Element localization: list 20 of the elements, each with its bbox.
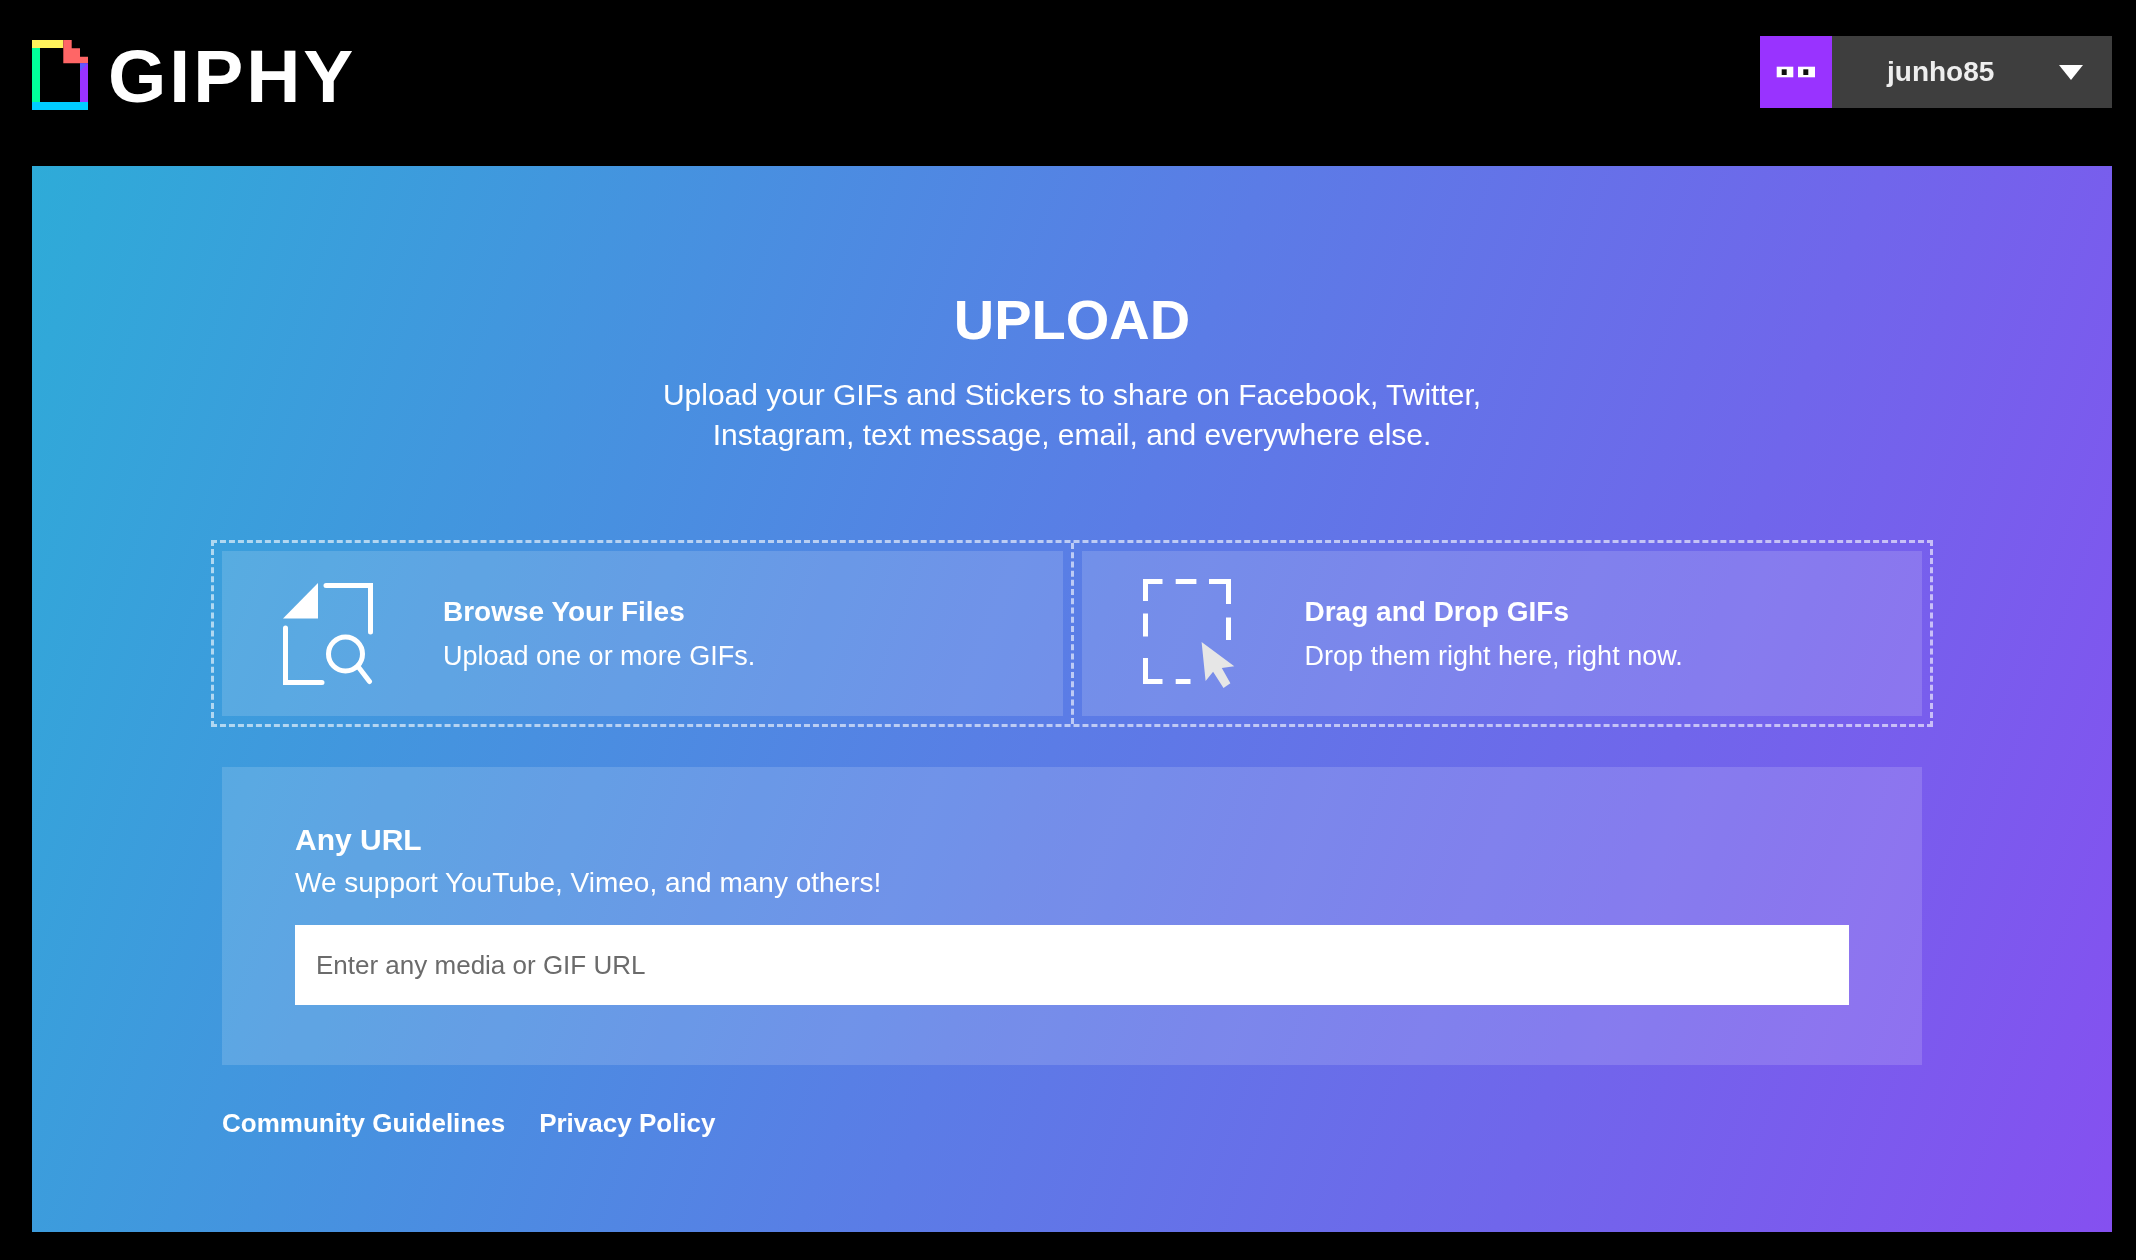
section-title: Any URL: [295, 822, 423, 858]
option-title: Drag and Drop GIFs: [1304, 594, 1570, 629]
page-description: Upload your GIFs and Stickers to share on Facebook, Twitter, Instagram, text message, email, and everywhere else.: [661, 377, 1483, 453]
logo-icon[interactable]: [32, 40, 88, 110]
user-menu-button[interactable]: junho85: [1760, 36, 2112, 108]
footer-link[interactable]: Privacy Policy: [539, 1107, 716, 1139]
file-search-icon: [283, 582, 373, 685]
section-description: We support YouTube, Vimeo, and many others!: [295, 866, 883, 900]
page-title: UPLOAD: [953, 292, 1191, 348]
option-title: Browse Your Files: [443, 594, 686, 629]
dashed-square-cursor-icon: [1142, 578, 1235, 689]
eyes-avatar-icon: [1760, 36, 1832, 108]
logo-link[interactable]: GIPHY: [108, 39, 357, 114]
browse-files-panel[interactable]: Browse Your Files Upload one or more GIFs.: [222, 551, 1063, 716]
caret-down-icon: [2059, 64, 2083, 80]
drop-zone-panel[interactable]: Drag and Drop GIFs Drop them right here, right now.: [1081, 551, 1922, 716]
option-description: Drop them right here, right now.: [1304, 639, 1683, 673]
option-description: Upload one or more GIFs.: [443, 639, 756, 673]
url-input[interactable]: Enter any media or GIF URL: [295, 925, 1849, 1005]
footer-link[interactable]: Community Guidelines: [222, 1107, 506, 1139]
